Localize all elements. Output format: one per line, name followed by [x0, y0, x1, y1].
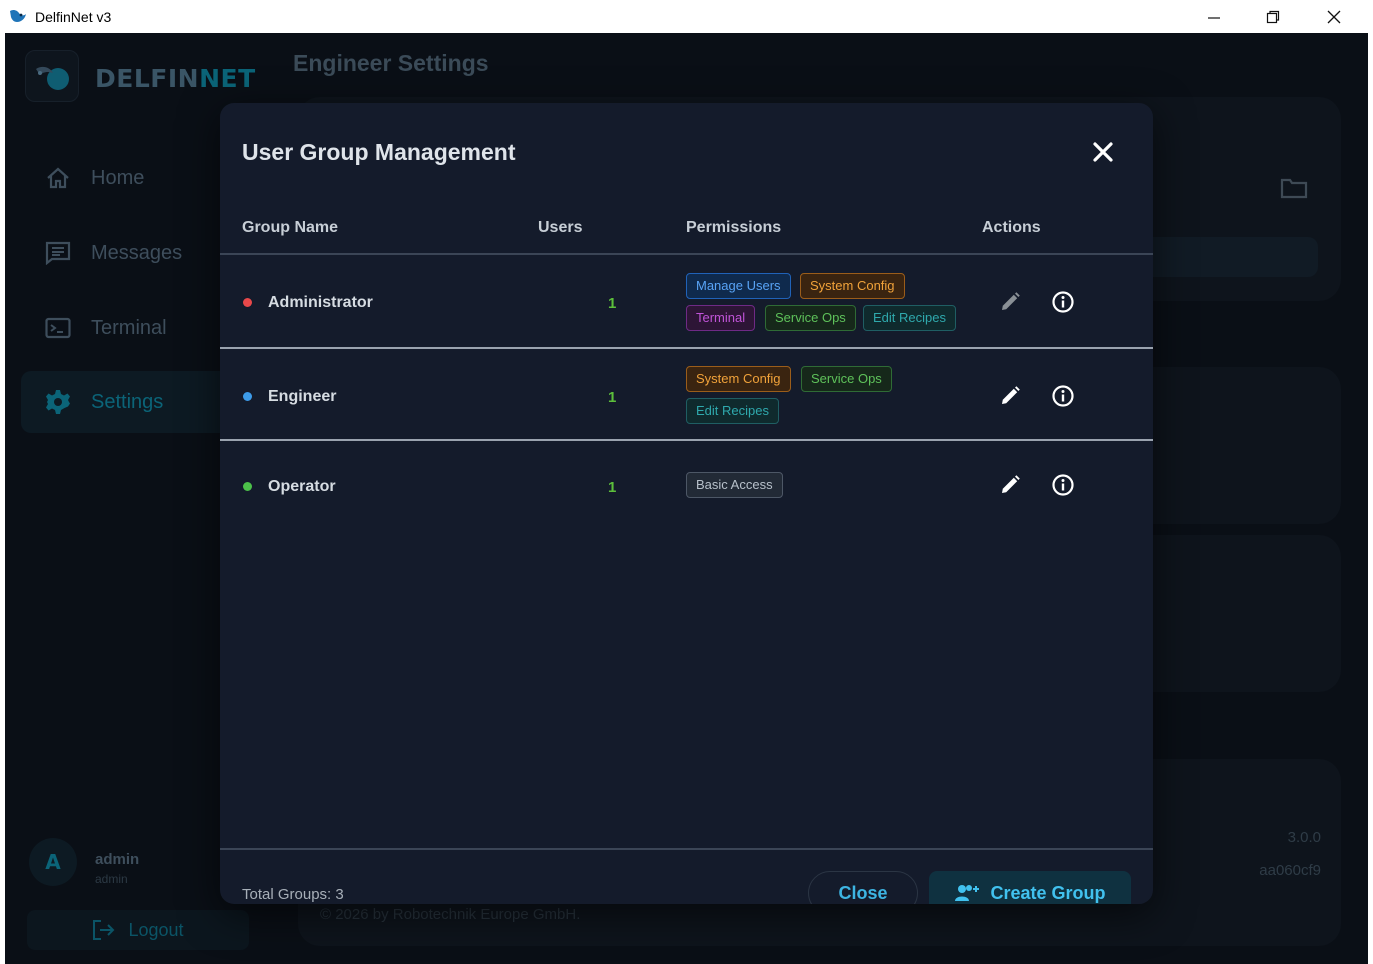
sidebar-item-label: Terminal: [91, 316, 167, 339]
modal-close-button[interactable]: [1088, 137, 1118, 167]
build-text: aa060cf9: [1259, 862, 1321, 879]
create-group-label: Create Group: [990, 882, 1106, 903]
window-close-button[interactable]: [1305, 0, 1363, 33]
info-button[interactable]: [1049, 288, 1077, 316]
table-row: Administrator 1 Manage Users System Conf…: [220, 255, 1153, 347]
permission-tag: Service Ops: [765, 305, 856, 331]
sidebar-item-settings[interactable]: Settings: [21, 371, 231, 433]
info-icon: [1052, 385, 1074, 407]
sidebar-item-label: Home: [91, 166, 145, 189]
sidebar-item-home[interactable]: Home: [21, 147, 231, 209]
create-group-button[interactable]: Create Group: [929, 871, 1131, 904]
user-count: 1: [608, 479, 617, 496]
app-area: DELFINNET Home Messages Terminal Setting…: [5, 33, 1368, 964]
info-icon: [1052, 291, 1074, 313]
edit-button[interactable]: [996, 288, 1024, 316]
copyright-text: © 2026 by Robotechnik Europe GmbH.: [320, 906, 581, 923]
column-header-group-name: Group Name: [242, 219, 339, 236]
version-text: 3.0.0: [1287, 829, 1321, 846]
avatar: A: [29, 838, 77, 886]
table-row: Engineer 1 System Config Service Ops Edi…: [220, 349, 1153, 439]
terminal-icon: [43, 317, 73, 339]
logo: [25, 50, 79, 102]
user-count: 1: [608, 295, 617, 312]
edit-button[interactable]: [996, 471, 1024, 499]
dolphin-logo-icon: [36, 66, 69, 90]
column-header-users: Users: [538, 219, 583, 236]
logout-icon: [93, 920, 115, 940]
permission-tag: Service Ops: [801, 366, 892, 392]
group-name: Engineer: [268, 388, 337, 405]
sidebar-item-label: Settings: [91, 390, 164, 413]
minimize-icon: [1208, 16, 1220, 19]
close-icon: [1093, 142, 1113, 162]
pencil-icon: [1002, 475, 1020, 493]
permission-tag: System Config: [686, 366, 791, 392]
status-dot: [243, 482, 252, 491]
window-title: DelfinNet v3: [35, 9, 112, 25]
pencil-icon: [1002, 386, 1020, 404]
logout-button[interactable]: Logout: [27, 910, 249, 950]
close-button[interactable]: Close: [808, 871, 918, 904]
page-title: Engineer Settings: [293, 50, 489, 76]
column-header-actions: Actions: [982, 219, 1041, 236]
window-titlebar: DelfinNet v3: [0, 0, 1373, 33]
user-name: admin: [95, 851, 140, 868]
minimize-button[interactable]: [1185, 0, 1243, 33]
modal-title: User Group Management: [242, 139, 516, 165]
permission-tag: Basic Access: [686, 472, 783, 498]
column-header-permissions: Permissions: [686, 219, 782, 236]
user-count: 1: [608, 389, 617, 406]
permission-tag: System Config: [800, 273, 905, 299]
permission-tag: Manage Users: [686, 273, 791, 299]
app-icon: [10, 9, 26, 22]
home-icon: [43, 166, 73, 190]
sidebar-item-label: Messages: [91, 241, 183, 264]
info-icon: [1052, 474, 1074, 496]
group-name: Operator: [268, 478, 336, 495]
restore-icon: [1266, 10, 1280, 23]
permission-tag: Terminal: [686, 305, 756, 331]
brand-name: DELFINNET: [95, 64, 256, 93]
info-button[interactable]: [1049, 382, 1077, 410]
status-dot: [243, 392, 252, 401]
user-group-modal: User Group Management Group Name Users P…: [220, 103, 1153, 904]
group-name: Administrator: [268, 294, 373, 311]
status-dot: [243, 298, 252, 307]
sidebar-item-terminal[interactable]: Terminal: [21, 297, 231, 359]
table-row: Operator 1 Basic Access: [220, 441, 1153, 531]
permission-tag: Edit Recipes: [863, 305, 956, 331]
edit-button[interactable]: [996, 382, 1024, 410]
total-groups: Total Groups: 3: [242, 886, 344, 903]
restore-button[interactable]: [1244, 0, 1302, 33]
folder-icon[interactable]: [1280, 177, 1308, 199]
footer-divider: [220, 848, 1153, 850]
logout-label: Logout: [128, 919, 184, 940]
gear-icon: [43, 388, 73, 416]
info-button[interactable]: [1049, 471, 1077, 499]
pencil-icon: [1002, 292, 1020, 310]
close-icon: [1327, 10, 1341, 23]
permission-tag: Edit Recipes: [686, 398, 779, 424]
sidebar-item-messages[interactable]: Messages: [21, 222, 231, 284]
add-group-icon: [955, 885, 980, 901]
message-icon: [43, 241, 73, 265]
user-role: admin: [95, 872, 128, 886]
